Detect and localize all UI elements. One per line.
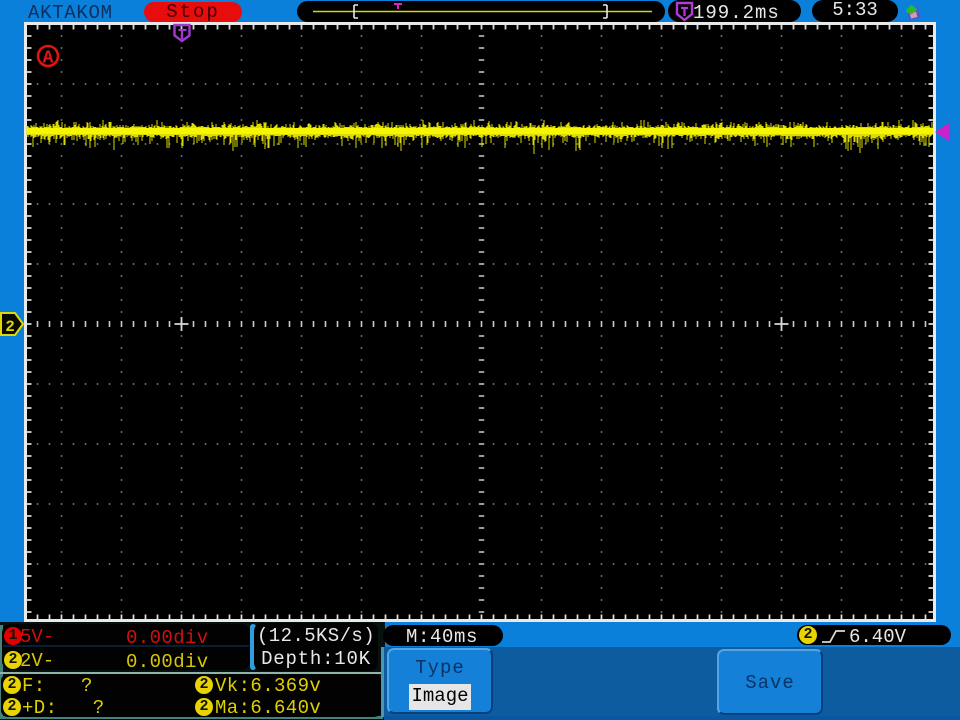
svg-text:A: A (43, 49, 54, 69)
svg-text:2: 2 (5, 318, 15, 336)
